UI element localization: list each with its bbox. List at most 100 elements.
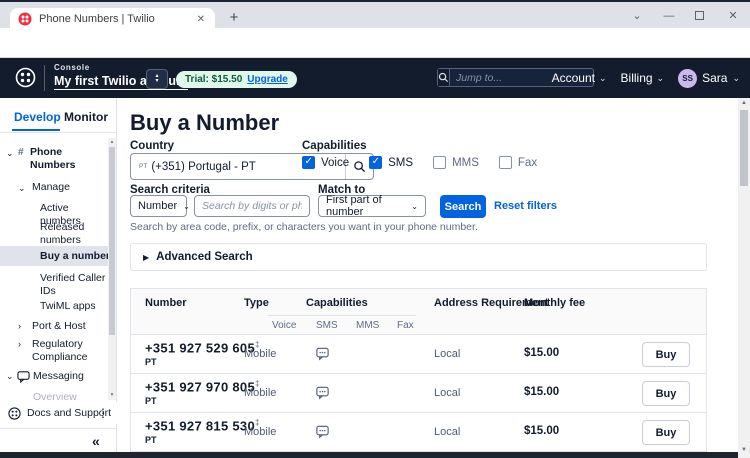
mms-checkbox[interactable] xyxy=(433,156,447,169)
tab-develop[interactable]: Develop xyxy=(14,110,61,124)
page-title: Buy a Number xyxy=(130,110,280,135)
sidebar-item-twiml-apps[interactable]: TwiML apps xyxy=(40,300,112,313)
console-label: Console xyxy=(54,63,90,72)
page-scroll-up-icon[interactable]: ▲ xyxy=(738,100,750,106)
search-help-text: Search by area code, prefix, or characte… xyxy=(130,221,478,233)
advanced-search-toggle[interactable]: ▶ Advanced Search xyxy=(130,243,707,271)
navbar-right-menus: Account ⌄ Billing ⌄ SS Sara ⌄ xyxy=(552,58,740,98)
sidebar-item-manage[interactable]: Manage xyxy=(32,181,104,194)
phone-number: +351 927 529 605‡ xyxy=(145,340,260,356)
col-monthly-fee: Monthly fee xyxy=(524,297,586,309)
capability-voice[interactable]: Voice xyxy=(302,156,349,169)
tab-search-icon[interactable]: ⌄ xyxy=(626,8,648,24)
twilio-top-navbar: Console My first Twilio account ▴ ▾ Tria… xyxy=(0,58,750,98)
user-avatar: SS xyxy=(678,68,698,88)
window-minimize-button[interactable]: — xyxy=(658,8,680,24)
chevron-right-icon[interactable]: › xyxy=(18,321,21,331)
buy-button[interactable]: Buy xyxy=(642,342,690,367)
country-label: Country xyxy=(130,140,175,152)
tab-title: Phone Numbers | Twilio xyxy=(39,13,155,25)
subcol-voice: Voice xyxy=(272,320,297,331)
buy-button[interactable]: Buy xyxy=(642,381,690,406)
account-menu[interactable]: Account ⌄ xyxy=(552,71,607,85)
window-close-button[interactable]: ✕ xyxy=(722,8,744,24)
search-button[interactable]: Search xyxy=(440,195,486,218)
upgrade-link[interactable]: Upgrade xyxy=(247,74,288,85)
sms-capability-icon xyxy=(315,385,330,405)
results-table: Number Type Capabilities Address Require… xyxy=(130,288,707,452)
page-scrollbar-thumb[interactable] xyxy=(740,110,748,186)
capabilities-label: Capabilities xyxy=(302,140,367,152)
col-type: Type xyxy=(244,297,269,309)
chevron-right-icon[interactable]: › xyxy=(18,339,21,349)
sidebar-scroll-up-icon[interactable]: ▲ xyxy=(108,139,116,145)
sidebar-item-messaging[interactable]: Messaging xyxy=(33,370,105,383)
trial-balance-text: Trial: $15.50 xyxy=(185,74,243,85)
reset-filters-link[interactable]: Reset filters xyxy=(494,200,557,212)
fax-checkbox[interactable] xyxy=(498,156,512,169)
table-row: +351 927 529 605‡ PT Mobile Local $15.00… xyxy=(131,335,706,374)
chevron-down-icon: ⌄ xyxy=(656,72,665,83)
browser-tab[interactable]: Phone Numbers | Twilio ✕ xyxy=(10,8,215,30)
sidebar-item-verified-caller-ids[interactable]: Verified Caller IDs xyxy=(40,272,106,298)
billing-menu-label: Billing xyxy=(620,71,653,85)
kebab-menu-icon[interactable]: ⋮ xyxy=(97,406,109,420)
sidebar-item-phone-numbers[interactable]: Phone Numbers xyxy=(30,146,100,172)
chevron-down-icon: ⌄ xyxy=(732,72,740,83)
phone-number: +351 927 815 530‡ xyxy=(145,418,260,434)
chevron-down-icon[interactable]: ⌄ xyxy=(6,148,14,159)
sidebar-tabs-border xyxy=(0,132,117,133)
col-number: Number xyxy=(145,297,187,309)
triangle-right-icon: ▶ xyxy=(143,252,150,262)
browser-toolbar: ← → ⟳ console.twilio.com/us1/develop/pho… xyxy=(0,28,750,82)
chevron-down-icon: ⌄ xyxy=(183,201,190,211)
sidebar-scrollbar-thumb[interactable] xyxy=(109,147,115,335)
new-tab-button[interactable]: + xyxy=(224,9,244,26)
capability-fax[interactable]: Fax xyxy=(498,156,537,169)
table-row: +351 927 815 530‡ PT Mobile Local $15.00… xyxy=(131,413,706,452)
address-requirement: Local xyxy=(434,426,461,438)
tab-monitor[interactable]: Monitor xyxy=(64,110,108,124)
chevron-down-icon[interactable]: ⌄ xyxy=(18,183,26,194)
buy-button[interactable]: Buy xyxy=(642,420,690,445)
chevron-down-icon[interactable]: ⌄ xyxy=(6,371,14,382)
sidebar-item-released-numbers[interactable]: Released numbers xyxy=(40,221,106,247)
capabilities-options: Voice SMS MMS Fax xyxy=(302,156,537,169)
messaging-icon xyxy=(17,371,30,383)
digits-search-input[interactable] xyxy=(194,195,310,217)
twilio-logo-icon[interactable] xyxy=(15,67,36,88)
voice-label: Voice xyxy=(321,156,350,169)
country-code: PT xyxy=(145,396,157,406)
monthly-fee: $15.00 xyxy=(524,386,560,398)
subcol-mms: MMS xyxy=(356,320,380,331)
sms-checkbox[interactable] xyxy=(369,156,383,169)
sidebar-collapse-button[interactable]: « xyxy=(92,433,100,449)
mms-label: MMS xyxy=(452,156,479,169)
table-row: +351 927 970 805‡ PT Mobile Local $15.00… xyxy=(131,374,706,413)
sidebar-item-port-host[interactable]: Port & Host xyxy=(32,320,110,333)
sidebar-footer-divider xyxy=(0,428,117,429)
account-switcher-button[interactable]: ▴ ▾ xyxy=(146,69,168,89)
page-scroll-down-icon[interactable]: ▼ xyxy=(738,447,750,453)
caret-down-icon: ▾ xyxy=(155,78,159,84)
window-maximize-button[interactable] xyxy=(695,11,704,20)
search-type-select[interactable]: Number ⌄ xyxy=(130,195,190,217)
match-to-select[interactable]: First part of number ⌄ xyxy=(318,194,426,218)
sidebar-item-buy-a-number[interactable]: Buy a number xyxy=(40,250,114,263)
user-menu[interactable]: SS Sara ⌄ xyxy=(678,68,740,88)
docs-and-support[interactable]: Docs and Support ⋮ xyxy=(0,402,117,424)
capability-sms[interactable]: SMS xyxy=(369,156,413,169)
sidebar-scroll-down-icon[interactable]: ▼ xyxy=(108,392,116,398)
sidebar-item-regulatory-compliance[interactable]: Regulatory Compliance xyxy=(32,338,102,364)
twilio-favicon xyxy=(18,12,32,26)
monthly-fee: $15.00 xyxy=(524,347,560,359)
navbar-divider xyxy=(44,65,45,91)
number-type: Mobile xyxy=(244,348,277,360)
capability-mms[interactable]: MMS xyxy=(433,156,479,169)
tab-close-icon[interactable]: ✕ xyxy=(195,14,207,25)
sms-capability-icon xyxy=(315,346,330,366)
voice-checkbox[interactable] xyxy=(302,156,315,169)
monthly-fee: $15.00 xyxy=(524,425,560,437)
billing-menu[interactable]: Billing ⌄ xyxy=(621,71,665,85)
col-capabilities: Capabilities xyxy=(306,297,368,309)
